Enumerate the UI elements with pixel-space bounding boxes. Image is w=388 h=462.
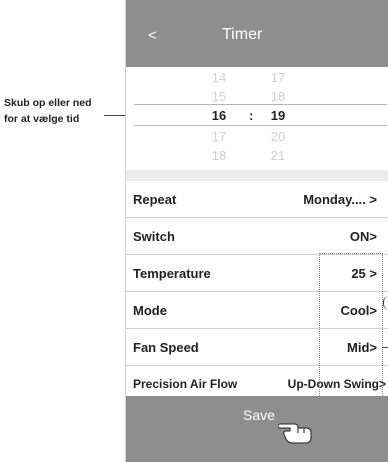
back-button[interactable]: < (148, 27, 157, 44)
minute-selected[interactable]: 19 (263, 108, 293, 123)
temperature-row[interactable]: Temperature 25 > (126, 255, 388, 292)
selection-line-top (134, 104, 387, 105)
mode-value[interactable]: Cool> (341, 303, 377, 318)
hour-option[interactable]: 18 (204, 148, 234, 163)
mode-row[interactable]: Mode Cool> (126, 292, 388, 329)
hour-option[interactable]: 14 (204, 70, 234, 85)
side-pointer-line (382, 347, 388, 348)
repeat-row[interactable]: Repeat Monday.... > (126, 181, 388, 218)
save-button[interactable]: Save (126, 396, 388, 462)
temperature-label: Temperature (133, 266, 211, 281)
app-header: < Timer (126, 0, 388, 67)
save-label: Save (243, 407, 275, 423)
instruction-line-2: for at vælge tid (4, 113, 80, 125)
section-divider (126, 170, 388, 181)
timer-screen: < Timer 14 15 16 17 18 : 17 18 19 20 21 … (125, 0, 388, 462)
hour-selected[interactable]: 16 (204, 108, 234, 123)
hour-option[interactable]: 15 (204, 89, 234, 104)
hand-pointer-icon (277, 416, 316, 449)
time-picker[interactable]: 14 15 16 17 18 : 17 18 19 20 21 (126, 67, 388, 170)
repeat-value[interactable]: Monday.... > (303, 192, 377, 207)
precision-air-flow-value[interactable]: Up-Down Swing> (288, 377, 386, 391)
minute-option[interactable]: 17 (263, 70, 293, 85)
hour-option[interactable]: 17 (204, 129, 234, 144)
temperature-value[interactable]: 25 > (351, 266, 377, 281)
precision-air-flow-label: Precision Air Flow (133, 377, 238, 391)
fan-speed-row[interactable]: Fan Speed Mid> (126, 329, 388, 366)
switch-row[interactable]: Switch ON> (126, 218, 388, 255)
picker-instruction: Skub op eller ned for at vælge tid (4, 95, 122, 127)
repeat-label: Repeat (133, 192, 177, 207)
side-bracket (383, 296, 388, 310)
minute-option[interactable]: 21 (263, 148, 293, 163)
minute-option[interactable]: 20 (263, 129, 293, 144)
time-separator: : (249, 108, 254, 123)
instruction-line-1: Skub op eller ned (4, 97, 92, 109)
mode-label: Mode (133, 303, 167, 318)
switch-label: Switch (133, 229, 175, 244)
switch-value[interactable]: ON> (350, 229, 377, 244)
precision-air-flow-row[interactable]: Precision Air Flow Up-Down Swing> (126, 366, 388, 395)
fan-speed-label: Fan Speed (133, 340, 199, 355)
page-title: Timer (222, 26, 263, 43)
minute-option[interactable]: 18 (263, 89, 293, 104)
selection-line-bottom (134, 125, 387, 126)
fan-speed-value[interactable]: Mid> (347, 340, 377, 355)
